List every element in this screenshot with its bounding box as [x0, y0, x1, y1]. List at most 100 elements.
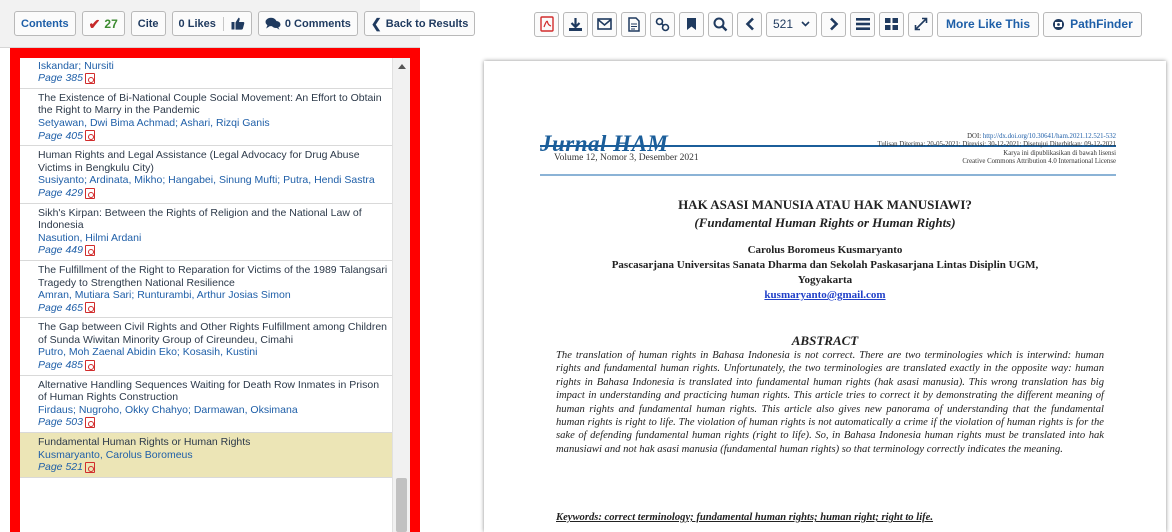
- list-view-button[interactable]: [850, 11, 876, 37]
- list-item-active[interactable]: Fundamental Human Rights or Human Rights…: [20, 433, 392, 478]
- chevron-down-icon: [801, 21, 810, 27]
- document-viewer[interactable]: Jurnal HAM Volume 12, Nomor 3, Desember …: [432, 48, 1172, 532]
- list-item[interactable]: The Fulfillment of the Right to Reparati…: [20, 261, 392, 319]
- article-page-link[interactable]: Page 385: [38, 72, 388, 85]
- check-count: 27: [104, 16, 118, 31]
- article-title[interactable]: Sikh's Kirpan: Between the Rights of Rel…: [38, 207, 388, 232]
- article-authors[interactable]: Setyawan, Dwi Bima Achmad; Ashari, Rizqi…: [38, 117, 388, 130]
- pdf-page[interactable]: Jurnal HAM Volume 12, Nomor 3, Desember …: [484, 61, 1166, 532]
- article-dates: Tulisan Diterima: 20-05-2021; Direvisi: …: [877, 141, 1116, 149]
- list-item[interactable]: The Existence of Bi-National Couple Soci…: [20, 89, 392, 147]
- like-button[interactable]: 0 Likes: [171, 11, 252, 36]
- pdf-icon[interactable]: [84, 187, 95, 199]
- author-email-link[interactable]: kusmaryanto@gmail.com: [484, 289, 1166, 301]
- license-line-2: Creative Commons Attribution 4.0 Interna…: [962, 158, 1116, 166]
- article-title[interactable]: The Existence of Bi-National Couple Soci…: [38, 92, 388, 117]
- article-authors[interactable]: Putro, Moh Zaenal Abidin Eko; Kosasih, K…: [38, 346, 388, 359]
- journal-logo: Jurnal HAM: [540, 131, 669, 156]
- list-item[interactable]: The Gap between Civil Rights and Other R…: [20, 318, 392, 376]
- scroll-up-arrow-icon[interactable]: [398, 64, 406, 69]
- pdf-icon[interactable]: [84, 245, 95, 257]
- toc-list: Rights... Law Enforcement in Indonesia I…: [20, 58, 392, 532]
- contents-button[interactable]: Contents: [14, 11, 76, 36]
- keywords: Keywords: correct terminology; fundament…: [556, 512, 934, 523]
- grid-view-icon: [885, 18, 899, 30]
- search-icon: [713, 17, 728, 31]
- header-rule-secondary: [540, 174, 1116, 176]
- article-title[interactable]: Alternative Handling Sequences Waiting f…: [38, 379, 388, 404]
- pdf-download-button[interactable]: [534, 11, 559, 37]
- cite-button[interactable]: Cite: [130, 11, 166, 36]
- likes-label: 0 Likes: [178, 17, 216, 30]
- previous-page-button[interactable]: [737, 11, 762, 37]
- article-authors[interactable]: Firdaus; Nugroho, Okky Chahyo; Darmawan,…: [38, 404, 388, 417]
- abstract-text: The translation of human rights in Bahas…: [556, 350, 1104, 455]
- expand-icon: [914, 17, 927, 31]
- document-icon: [627, 16, 640, 32]
- article-author: Carolus Boromeus Kusmaryanto: [747, 244, 903, 256]
- pdf-icon[interactable]: [84, 359, 95, 371]
- download-button[interactable]: [563, 11, 588, 37]
- thumbs-up-icon: [231, 17, 245, 30]
- article-page-link[interactable]: Page 465: [38, 302, 388, 315]
- link-button[interactable]: [650, 11, 675, 37]
- pdf-icon[interactable]: [84, 417, 95, 429]
- article-authors[interactable]: Amran, Mutiara Sari; Runturambi, Arthur …: [38, 289, 388, 302]
- article-page-link[interactable]: Page 521: [38, 461, 388, 474]
- article-page-link[interactable]: Page 503: [38, 416, 388, 429]
- article-page-link[interactable]: Page 485: [38, 359, 388, 372]
- bookmark-count-button[interactable]: ✔ 27: [81, 11, 125, 36]
- pathfinder-icon: [1053, 18, 1065, 30]
- list-item[interactable]: Sikh's Kirpan: Between the Rights of Rel…: [20, 204, 392, 261]
- fullscreen-button[interactable]: [908, 11, 934, 37]
- article-title[interactable]: The Fulfillment of the Right to Reparati…: [38, 264, 388, 289]
- pdf-icon[interactable]: [84, 130, 95, 142]
- pdf-icon[interactable]: [84, 462, 95, 474]
- article-page-link[interactable]: Page 405: [38, 130, 388, 143]
- comments-label: 0 Comments: [284, 17, 351, 30]
- abstract-heading: ABSTRACT: [791, 333, 859, 348]
- article-title: HAK ASASI MANUSIA ATAU HAK MANUSIAWI?: [678, 197, 972, 212]
- download-icon: [569, 17, 582, 31]
- pathfinder-label: PathFinder: [1070, 17, 1133, 31]
- link-icon: [655, 17, 670, 31]
- more-like-this-button[interactable]: More Like This: [937, 11, 1040, 37]
- article-authors[interactable]: Nasution, Hilmi Ardani: [38, 232, 388, 245]
- viewer-toolbar: 521 More Like This PathFinder: [520, 0, 1172, 48]
- email-button[interactable]: [592, 11, 617, 37]
- author-affiliation: Pascasarjana Universitas Sanata Dharma d…: [611, 259, 1039, 271]
- document-button[interactable]: [621, 11, 646, 37]
- back-label: Back to Results: [385, 17, 469, 30]
- doi-link[interactable]: http://dx.doi.org/10.30641/ham.2021.12.5…: [983, 133, 1116, 140]
- page-select[interactable]: 521: [766, 11, 818, 37]
- list-item[interactable]: Human Rights and Legal Assistance (Legal…: [20, 146, 392, 204]
- grid-view-button[interactable]: [879, 11, 905, 37]
- author-affiliation-city: Yogyakarta: [797, 274, 853, 286]
- chevron-right-icon: [829, 17, 838, 31]
- pathfinder-button[interactable]: PathFinder: [1043, 11, 1142, 37]
- article-authors[interactable]: Kusmaryanto, Carolus Boromeus: [38, 449, 388, 462]
- article-page-link[interactable]: Page 449: [38, 244, 388, 257]
- envelope-icon: [597, 18, 612, 30]
- article-title[interactable]: The Gap between Civil Rights and Other R…: [38, 321, 388, 346]
- pdf-icon[interactable]: [84, 302, 95, 314]
- article-authors[interactable]: Iskandar; Nursiti: [38, 60, 388, 73]
- search-button[interactable]: [708, 11, 733, 37]
- pdf-icon[interactable]: [84, 72, 95, 84]
- list-item[interactable]: Rights... Law Enforcement in Indonesia I…: [20, 58, 392, 89]
- scroll-thumb[interactable]: [396, 478, 407, 532]
- bookmark-icon: [687, 18, 696, 30]
- article-title[interactable]: Human Rights and Legal Assistance (Legal…: [38, 149, 388, 174]
- bookmark-button[interactable]: [679, 11, 704, 37]
- article-authors[interactable]: Susiyanto; Ardinata, Mikho; Hangabei, Si…: [38, 174, 388, 187]
- chevron-left-icon: [745, 17, 754, 31]
- article-page-link[interactable]: Page 429: [38, 187, 388, 200]
- check-icon: ✔: [88, 15, 101, 32]
- next-page-button[interactable]: [821, 11, 847, 37]
- comments-icon: [265, 17, 281, 30]
- back-to-results-button[interactable]: ❮ Back to Results: [363, 11, 476, 36]
- article-title[interactable]: Fundamental Human Rights or Human Rights: [38, 436, 388, 449]
- list-item[interactable]: Alternative Handling Sequences Waiting f…: [20, 376, 392, 434]
- list-scrollbar[interactable]: [392, 58, 410, 532]
- comments-button[interactable]: 0 Comments: [257, 11, 358, 36]
